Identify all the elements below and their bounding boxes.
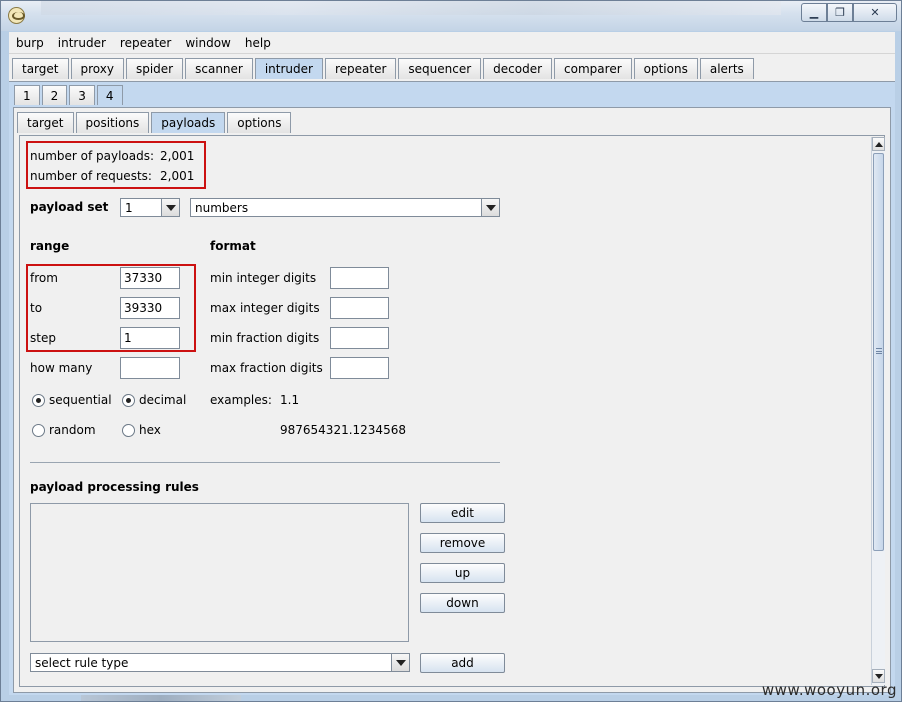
how-many-label: how many [30, 361, 93, 375]
up-button[interactable]: up [420, 563, 505, 583]
how-many-field[interactable] [120, 357, 180, 379]
to-label: to [30, 301, 43, 315]
title-text-blurred [41, 1, 781, 15]
random-radio[interactable] [32, 424, 45, 437]
tab-alerts[interactable]: alerts [699, 58, 754, 79]
menu-burp[interactable]: burp [9, 36, 51, 50]
tab-spider[interactable]: spider [125, 58, 184, 79]
example-value-2: 987654321.1234568 [280, 423, 406, 437]
tab-scanner[interactable]: scanner [185, 58, 253, 79]
remove-button[interactable]: remove [420, 533, 505, 553]
subtab-positions[interactable]: positions [75, 112, 150, 133]
payload-type-value: numbers [195, 200, 249, 215]
attack-tab-4[interactable]: 4 [96, 85, 123, 105]
decimal-radio[interactable] [122, 394, 135, 407]
tab-comparer[interactable]: comparer [554, 58, 632, 79]
close-icon[interactable]: ✕ [853, 3, 897, 22]
step-label: step [30, 331, 56, 345]
rule-type-value: select rule type [35, 655, 129, 670]
menu-bar: burp intruder repeater window help [9, 32, 895, 54]
payload-count-value: 2,001 [160, 149, 195, 163]
scroll-up-icon[interactable] [872, 137, 885, 151]
burp-app-icon[interactable] [8, 7, 25, 24]
decimal-label: decimal [139, 393, 187, 407]
tab-decoder[interactable]: decoder [483, 58, 553, 79]
down-button[interactable]: down [420, 593, 505, 613]
max-fraction-digits-field[interactable] [330, 357, 389, 379]
main-tab-bar: target proxy spider scanner intruder rep… [12, 58, 756, 79]
tab-proxy[interactable]: proxy [70, 58, 124, 79]
edit-button[interactable]: edit [420, 503, 505, 523]
intruder-panel: 1 2 3 4 target positions payloads option… [9, 81, 895, 695]
chevron-down-icon[interactable] [391, 654, 409, 671]
format-heading: format [210, 239, 256, 253]
intruder-sub-tab-bar: target positions payloads options [17, 112, 293, 133]
range-heading: range [30, 239, 70, 253]
payload-count-label: number of payloads: [30, 149, 155, 163]
request-count-label: number of requests: [30, 169, 152, 183]
chevron-down-icon[interactable] [481, 199, 499, 216]
hex-radio[interactable] [122, 424, 135, 437]
menu-repeater[interactable]: repeater [113, 36, 178, 50]
subtab-payloads[interactable]: payloads [151, 112, 226, 133]
minimize-icon[interactable]: ▁ [801, 3, 827, 22]
main-area: target proxy spider scanner intruder rep… [9, 54, 895, 695]
watermark: www.wooyun.org [761, 681, 897, 699]
from-field[interactable] [120, 267, 180, 289]
grip-icon [876, 348, 882, 354]
menu-intruder[interactable]: intruder [51, 36, 113, 50]
payloads-content: number of payloads: 2,001 number of requ… [19, 135, 885, 687]
attack-panel: target positions payloads options number… [13, 107, 891, 693]
min-integer-digits-field[interactable] [330, 267, 389, 289]
blurred-taskbar-text [81, 695, 241, 701]
tab-options[interactable]: options [633, 58, 698, 79]
example-value-1: 1.1 [280, 393, 300, 407]
menu-window[interactable]: window [178, 36, 238, 50]
payload-set-select[interactable]: 1 [120, 198, 180, 217]
attack-tab-2[interactable]: 2 [41, 85, 68, 105]
payload-set-label: payload set [30, 200, 109, 214]
max-integer-digits-label: max integer digits [210, 301, 320, 315]
sequential-label: sequential [49, 393, 112, 407]
window-controls: ▁ ❐ ✕ [801, 3, 897, 22]
examples-label: examples: [210, 393, 272, 407]
random-label: random [49, 423, 96, 437]
min-integer-digits-label: min integer digits [210, 271, 317, 285]
tab-repeater[interactable]: repeater [324, 58, 397, 79]
processing-rules-heading: payload processing rules [30, 480, 199, 494]
max-fraction-digits-label: max fraction digits [210, 361, 323, 375]
tab-sequencer[interactable]: sequencer [398, 58, 482, 79]
vertical-scrollbar[interactable] [871, 137, 885, 685]
request-count-value: 2,001 [160, 169, 195, 183]
step-field[interactable] [120, 327, 180, 349]
sequential-radio[interactable] [32, 394, 45, 407]
tab-intruder[interactable]: intruder [254, 58, 323, 79]
to-field[interactable] [120, 297, 180, 319]
menu-help[interactable]: help [238, 36, 278, 50]
attack-tab-bar: 1 2 3 4 [14, 85, 125, 105]
payload-type-select[interactable]: numbers [190, 198, 500, 217]
hex-label: hex [139, 423, 161, 437]
attack-tab-1[interactable]: 1 [14, 85, 40, 105]
rule-type-select[interactable]: select rule type [30, 653, 410, 672]
max-integer-digits-field[interactable] [330, 297, 389, 319]
min-fraction-digits-field[interactable] [330, 327, 389, 349]
scrollbar-thumb[interactable] [873, 153, 884, 551]
processing-rules-list[interactable] [30, 503, 409, 642]
attack-tab-3[interactable]: 3 [69, 85, 95, 105]
section-divider [30, 462, 500, 463]
chevron-down-icon[interactable] [161, 199, 179, 216]
subtab-target[interactable]: target [17, 112, 74, 133]
app-window: ▁ ❐ ✕ burp intruder repeater window help… [0, 0, 902, 702]
payload-set-value: 1 [125, 200, 133, 215]
add-button[interactable]: add [420, 653, 505, 673]
maximize-icon[interactable]: ❐ [827, 3, 853, 22]
tab-target[interactable]: target [12, 58, 69, 79]
subtab-options[interactable]: options [227, 112, 292, 133]
title-bar[interactable]: ▁ ❐ ✕ [1, 1, 901, 31]
from-label: from [30, 271, 58, 285]
min-fraction-digits-label: min fraction digits [210, 331, 320, 345]
